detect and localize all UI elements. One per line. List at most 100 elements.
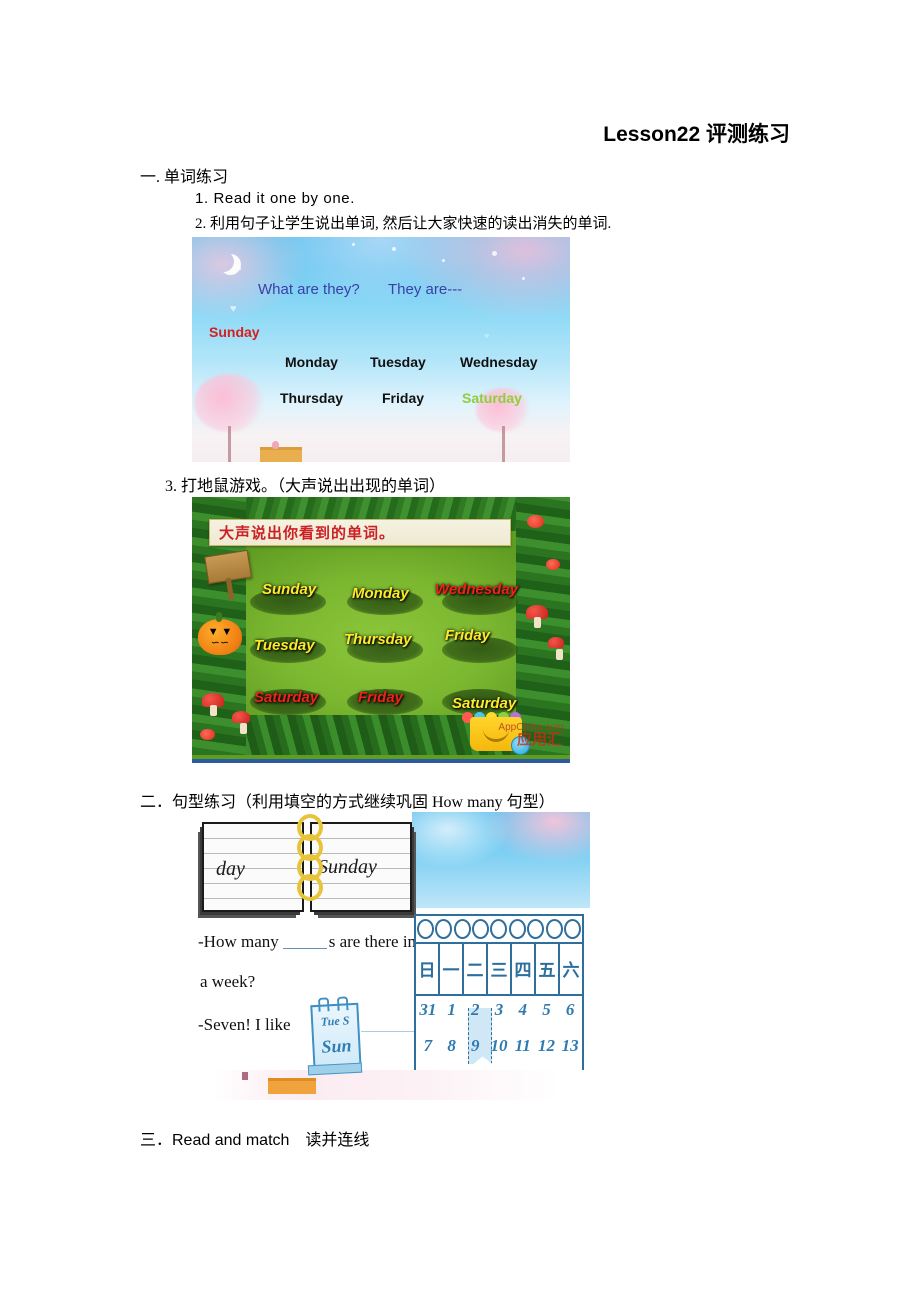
date-cell: 1	[447, 1000, 456, 1019]
weekday-cell: 三	[488, 942, 512, 994]
ring-icon	[545, 919, 563, 939]
slide-word-friday: Friday	[382, 390, 425, 406]
notebook-word-day: day	[216, 858, 245, 880]
slide-word-tuesday: Tuesday	[370, 354, 426, 370]
section-heading-1: 一. 单词练习	[140, 169, 229, 186]
pumpkin-icon: ▼ ▼ ∽∽	[198, 612, 242, 655]
watermark-yingyonghui: 应用汇	[516, 732, 562, 748]
section-heading-3: 三．Read and match 读并连线	[140, 1132, 370, 1149]
sky-swatch	[412, 812, 590, 908]
game-banner-text: 大声说出你看到的单词。	[219, 526, 396, 542]
bench-icon	[268, 1078, 316, 1094]
slide-answer: They are---	[388, 281, 463, 298]
question-line-1: -How many s are there in	[198, 932, 416, 952]
ring-icon	[453, 919, 471, 939]
spiral-clip-icon	[294, 812, 323, 912]
ring-icon	[490, 919, 508, 939]
sparkle-icon	[492, 251, 497, 256]
date-cell: 5	[542, 1000, 551, 1019]
heart-icon: ♥	[484, 331, 490, 341]
list-item-1-3: 3. 打地鼠游戏。（大声说出出现的单词）	[165, 478, 446, 495]
ring-icon	[564, 919, 582, 939]
game-word[interactable]: Monday	[352, 585, 409, 602]
open-notebook-icon: day Sunday	[202, 814, 412, 916]
question-line-1a: -How many	[198, 932, 279, 951]
date-cell: 4	[518, 1000, 527, 1019]
page-title: Lesson22 评测练习	[603, 123, 790, 146]
game-word[interactable]: Friday	[445, 627, 490, 644]
weekday-cell: 六	[562, 960, 580, 980]
sparkle-icon	[392, 247, 396, 251]
ring-icon	[472, 919, 490, 939]
calendar-date-row-1: 31 1 2 3 4 5 6	[416, 996, 582, 1020]
question-line-1b: s are there in	[328, 932, 417, 951]
calendar-weekday-row: 日 一 二 三 四 五 六	[416, 942, 582, 996]
game-image-whack-a-mole: ▼ ▼ ∽∽ 大声说出你看到的单词。 Sunday Monday Wednesda…	[192, 497, 570, 763]
weekday-cell: 二	[464, 942, 488, 994]
flower-icon	[200, 729, 215, 740]
grass-right	[516, 497, 570, 755]
mushroom-icon	[548, 637, 564, 660]
date-cell: 3	[494, 1000, 504, 1019]
slide-image-what-are-they: ♥ ♥ What are they? They are--- Sunday Mo…	[192, 237, 570, 462]
ring-icon	[527, 919, 545, 939]
ring-icon	[508, 919, 526, 939]
slide-word-monday: Monday	[285, 354, 338, 370]
weekday-cell: 四	[512, 942, 536, 994]
mushroom-icon	[526, 605, 548, 628]
ring-icon	[435, 919, 453, 939]
calendar-date-row-2: 7 8 9 10 11 12 13	[416, 1032, 582, 1056]
slide-word-thursday: Thursday	[280, 390, 344, 406]
game-banner: 大声说出你看到的单词。	[209, 519, 511, 546]
decor-dot	[242, 1072, 248, 1080]
weekday-cell: 五	[536, 942, 560, 994]
weekday-cell: 一	[440, 942, 464, 994]
slide-word-wednesday: Wednesday	[460, 354, 538, 370]
calendar-bottom-text: Sun	[320, 1035, 352, 1057]
sparkle-icon	[352, 243, 355, 246]
notebook-word-sunday: Sunday	[318, 856, 377, 878]
mushroom-icon	[232, 711, 250, 734]
date-cell: 10	[490, 1036, 508, 1055]
game-word[interactable]: Saturday	[452, 695, 516, 712]
slide-question: What are they?	[258, 281, 360, 298]
worksheet-image-how-many: day Sunday -How many s are there in a wee…	[190, 812, 590, 1100]
list-item-1-1: 1. Read it one by one.	[195, 190, 355, 207]
cherry-tree-left	[194, 374, 264, 462]
flower-icon	[527, 515, 544, 528]
game-word[interactable]: Wednesday	[435, 581, 518, 598]
game-word[interactable]: Saturday	[254, 689, 318, 706]
calendar-rings	[416, 916, 582, 944]
question-line-3a: -Seven! I like	[198, 1015, 291, 1034]
date-cell: 12	[537, 1036, 555, 1055]
moon-icon	[213, 251, 234, 272]
slide-word-sunday: Sunday	[209, 324, 260, 340]
flower-icon	[546, 559, 560, 570]
week-calendar-drawing: 日 一 二 三 四 五 六 31 1 2 3 4 5 6 7 8 9 10 11…	[414, 914, 584, 1070]
sparkle-icon	[238, 267, 241, 270]
sparkle-icon	[442, 259, 445, 262]
list-item-1-2: 2. 利用句子让学生说出单词, 然后让大家快速的读出消失的单词.	[195, 216, 612, 232]
heart-icon: ♥	[230, 303, 237, 315]
date-cell: 8	[447, 1036, 456, 1055]
bench-icon	[260, 441, 302, 462]
date-cell: 11	[514, 1036, 531, 1055]
date-cell: 31	[419, 1000, 437, 1019]
calendar-top-text: Tue S	[320, 1013, 350, 1029]
section-heading-2: 二．句型练习（利用填空的方式继续巩固 How many 句型）	[140, 794, 555, 811]
date-cell: 2	[471, 1000, 480, 1019]
game-word[interactable]: Tuesday	[254, 637, 315, 654]
answer-blank[interactable]	[282, 938, 327, 949]
weekday-cell: 日	[416, 942, 440, 994]
game-word[interactable]: Friday	[358, 689, 403, 706]
mushroom-icon	[202, 693, 224, 716]
game-word[interactable]: Thursday	[344, 631, 412, 648]
date-cell: 7	[423, 1036, 433, 1055]
ring-icon	[416, 919, 434, 939]
sparkle-icon	[522, 277, 525, 280]
date-cell: 13	[561, 1036, 579, 1055]
date-cell: 9	[471, 1036, 480, 1055]
game-word[interactable]: Sunday	[262, 581, 316, 598]
bottom-band	[214, 1070, 559, 1100]
date-cell: 6	[565, 1000, 575, 1019]
